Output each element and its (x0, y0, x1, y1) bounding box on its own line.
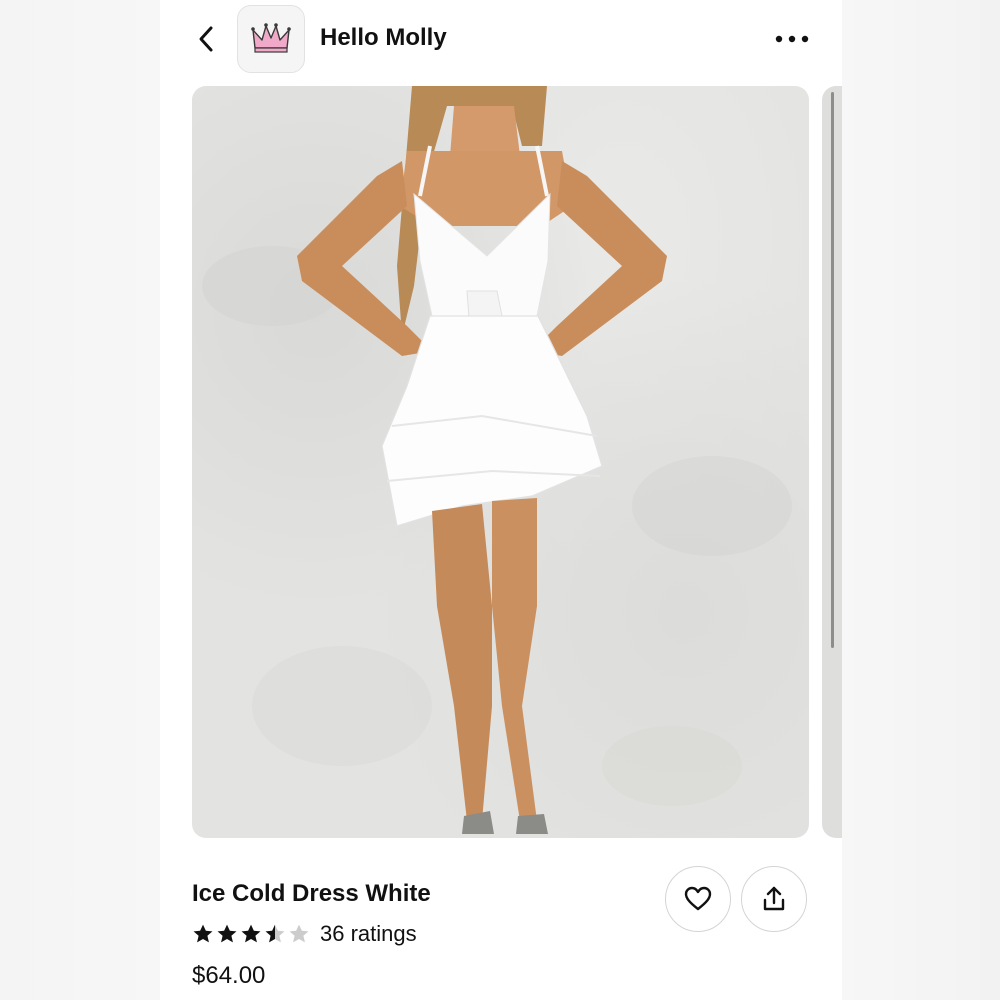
share-button[interactable] (741, 866, 807, 932)
product-screen: Hello Molly Ice Cold Dress White 36 rati… (160, 0, 842, 1000)
star-icon (241, 924, 261, 943)
crown-icon (251, 23, 291, 53)
star-rating (192, 923, 310, 945)
favorite-button[interactable] (665, 866, 731, 932)
share-icon (763, 886, 785, 911)
scroll-indicator (831, 92, 834, 648)
model-figure (202, 86, 792, 834)
chevron-left-icon (199, 26, 213, 52)
more-horizontal-icon (775, 35, 809, 43)
shop-name[interactable]: Hello Molly (320, 24, 447, 52)
rating-row[interactable]: 36 ratings (192, 920, 417, 948)
more-options-button[interactable] (772, 26, 812, 52)
left-backdrop (0, 0, 160, 1000)
top-bar: Hello Molly (160, 0, 842, 80)
right-backdrop (842, 0, 1000, 1000)
product-image[interactable] (192, 86, 809, 838)
product-price: $64.00 (192, 962, 266, 989)
back-button[interactable] (190, 22, 222, 56)
star-icon (265, 924, 285, 943)
shop-logo[interactable] (237, 5, 305, 73)
product-title: Ice Cold Dress White (192, 880, 431, 907)
heart-icon (684, 886, 712, 911)
star-icon (217, 924, 237, 943)
star-icon (289, 924, 309, 943)
ratings-count[interactable]: 36 ratings (320, 921, 417, 947)
star-icon (193, 924, 213, 943)
